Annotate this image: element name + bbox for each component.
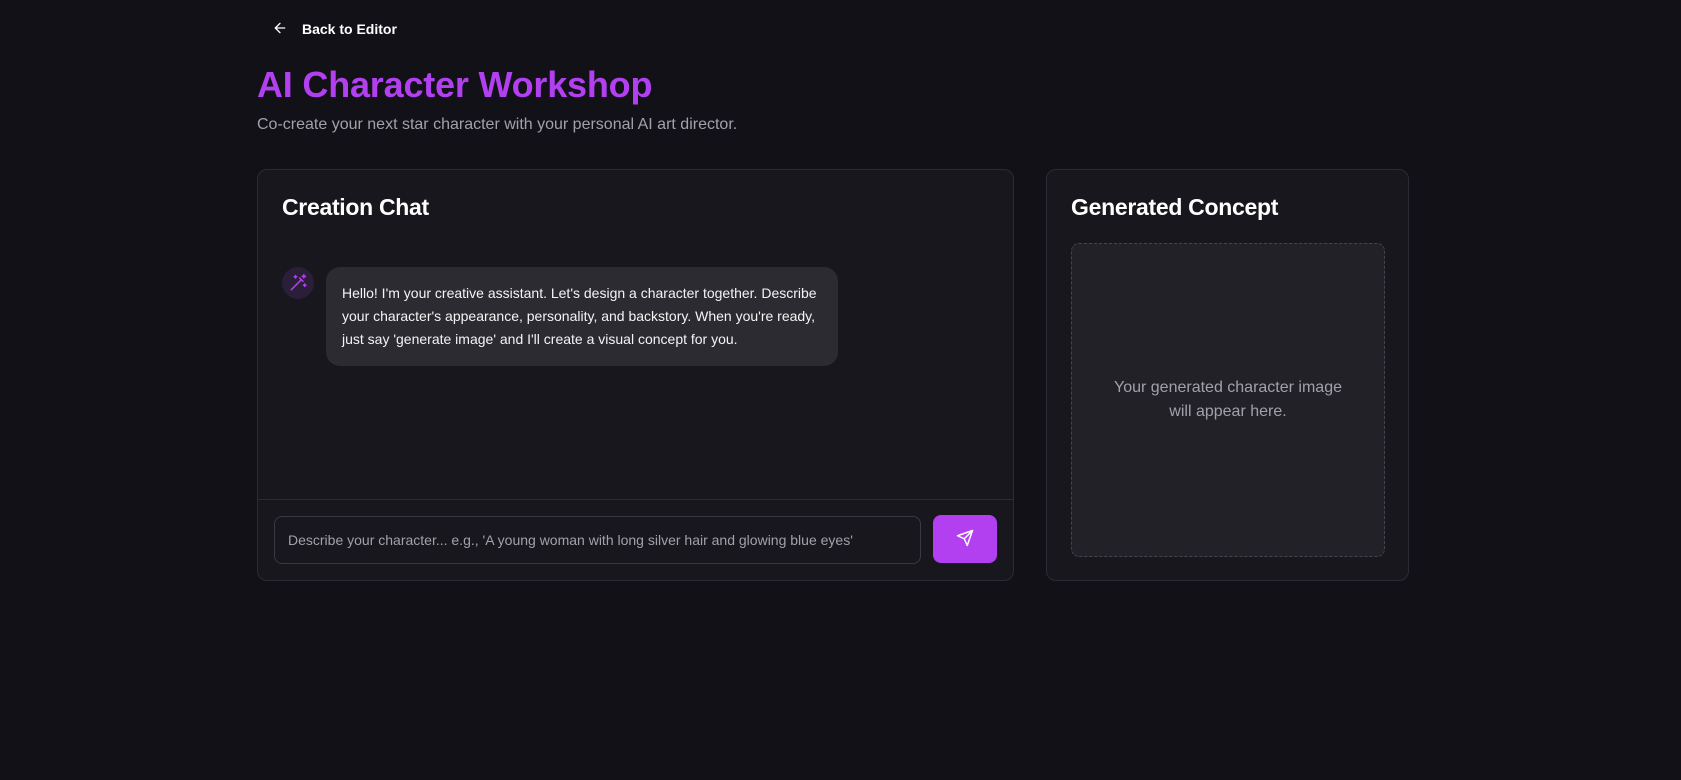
back-to-editor-link[interactable]: Back to Editor (262, 16, 409, 42)
page-subtitle: Co-create your next star character with … (257, 116, 738, 133)
send-button[interactable] (933, 515, 997, 563)
back-link-label: Back to Editor (302, 21, 397, 37)
assistant-message: Hello! I'm your creative assistant. Let'… (326, 267, 838, 366)
magic-wand-icon (290, 273, 307, 291)
image-placeholder: Your generated character image will appe… (1071, 243, 1385, 557)
arrow-left-icon (272, 20, 288, 39)
send-icon (956, 529, 974, 550)
creation-chat-panel: Creation Chat Hello! I'm your creative a… (257, 169, 1014, 581)
page-title: AI Character Workshop (257, 64, 653, 105)
generated-concept-panel: Generated Concept Your generated charact… (1046, 169, 1409, 581)
chat-input[interactable] (274, 516, 921, 564)
assistant-avatar (282, 267, 314, 299)
placeholder-text: Your generated character image will appe… (1114, 379, 1342, 420)
concept-panel-title: Generated Concept (1071, 194, 1279, 220)
chat-panel-title: Creation Chat (282, 194, 429, 220)
chat-composer (258, 499, 1013, 580)
